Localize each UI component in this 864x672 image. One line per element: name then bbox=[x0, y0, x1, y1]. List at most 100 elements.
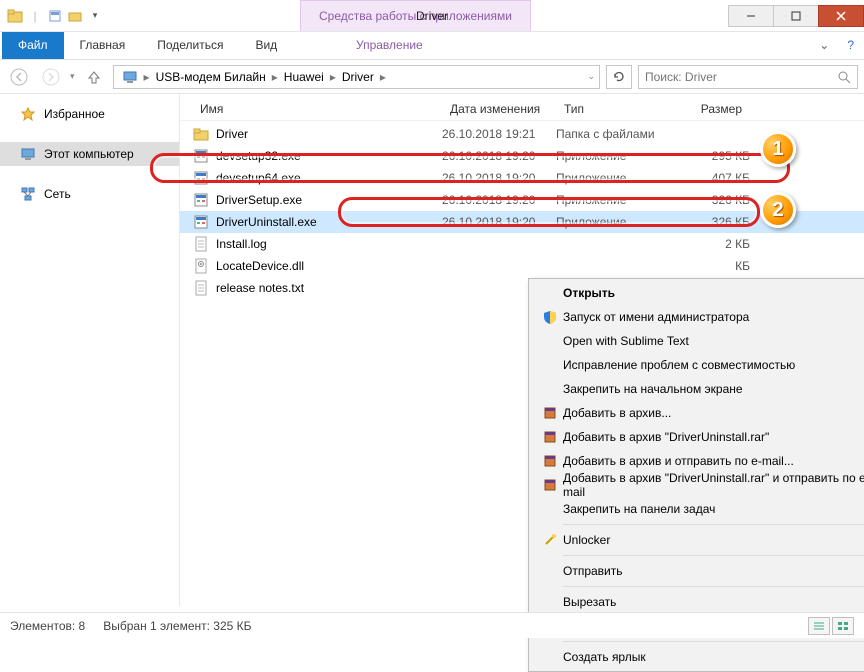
column-headers[interactable]: Имя Дата изменения Тип Размер bbox=[180, 94, 864, 121]
menu-run-as-admin[interactable]: Запуск от имени администратора bbox=[531, 305, 864, 329]
qat-divider: | bbox=[26, 7, 44, 25]
pc-icon[interactable] bbox=[118, 70, 142, 84]
file-size: 326 КБ bbox=[670, 215, 750, 229]
content-area: Имя Дата изменения Тип Размер Driver26.1… bbox=[180, 94, 864, 606]
qat-dropdown-icon[interactable]: ▾ bbox=[86, 7, 104, 25]
contextual-tab-label: Средства работы с приложениями bbox=[300, 0, 531, 31]
file-row[interactable]: LocateDevice.dll КБ bbox=[180, 255, 864, 277]
file-type: Приложение bbox=[556, 215, 670, 229]
minimize-button[interactable] bbox=[728, 5, 774, 27]
file-type: Приложение bbox=[556, 193, 670, 207]
forward-button[interactable] bbox=[38, 64, 64, 90]
file-name: LocateDevice.dll bbox=[216, 259, 442, 273]
column-size[interactable]: Размер bbox=[670, 100, 750, 118]
tab-view[interactable]: Вид bbox=[239, 32, 293, 59]
dll-icon bbox=[192, 258, 210, 274]
file-row[interactable]: Install.log2 КБ bbox=[180, 233, 864, 255]
menu-open-sublime[interactable]: Open with Sublime Text bbox=[531, 329, 864, 353]
txt-icon bbox=[192, 236, 210, 252]
chevron-right-icon[interactable]: ▸ bbox=[272, 70, 278, 84]
file-size: 326 КБ bbox=[670, 193, 750, 207]
sidebar-item-this-pc[interactable]: Этот компьютер bbox=[0, 142, 179, 166]
file-size: КБ bbox=[670, 259, 750, 273]
up-button[interactable] bbox=[81, 64, 107, 90]
breadcrumb[interactable]: ▸ USB-модем Билайн ▸ Huawei ▸ Driver ▸ ⌄ bbox=[113, 65, 600, 89]
sidebar-item-label: Этот компьютер bbox=[44, 147, 134, 161]
folder-icon bbox=[192, 127, 210, 141]
status-count: Элементов: 8 bbox=[10, 619, 85, 633]
file-row[interactable]: devsetup64.exe26.10.2018 19:20Приложение… bbox=[180, 167, 864, 189]
tab-manage[interactable]: Управление bbox=[340, 32, 439, 58]
breadcrumb-item[interactable]: Driver bbox=[338, 70, 378, 84]
ribbon-expand-icon[interactable]: ⌄ bbox=[819, 38, 829, 53]
menu-rar-add[interactable]: Добавить в архив... bbox=[531, 401, 864, 425]
file-name: DriverUninstall.exe bbox=[216, 215, 442, 229]
sidebar-item-favorites[interactable]: Избранное bbox=[0, 102, 179, 126]
refresh-button[interactable] bbox=[606, 65, 632, 89]
new-folder-icon[interactable] bbox=[66, 7, 84, 25]
search-input[interactable] bbox=[638, 65, 858, 89]
column-name[interactable]: Имя bbox=[192, 100, 442, 118]
sidebar: Избранное Этот компьютер Сеть bbox=[0, 94, 180, 606]
file-name: Driver bbox=[216, 127, 442, 141]
maximize-button[interactable] bbox=[773, 5, 819, 27]
sidebar-item-label: Избранное bbox=[44, 107, 105, 121]
rar-icon bbox=[537, 430, 563, 444]
sidebar-item-label: Сеть bbox=[44, 187, 71, 201]
menu-create-shortcut[interactable]: Создать ярлык bbox=[531, 645, 864, 669]
chevron-right-icon[interactable]: ▸ bbox=[380, 70, 386, 84]
search-field[interactable] bbox=[645, 70, 831, 84]
chevron-right-icon[interactable]: ▸ bbox=[144, 70, 150, 84]
rar-icon bbox=[537, 454, 563, 468]
wand-icon bbox=[537, 533, 563, 547]
exe-icon bbox=[192, 148, 210, 164]
file-size: 2 КБ bbox=[670, 237, 750, 251]
pc-icon bbox=[20, 146, 36, 162]
menu-cut[interactable]: Вырезать bbox=[531, 590, 864, 614]
menu-pin-taskbar[interactable]: Закрепить на панели задач bbox=[531, 497, 864, 521]
help-icon[interactable]: ? bbox=[847, 38, 854, 53]
menu-separator bbox=[563, 524, 864, 525]
menu-pin-start[interactable]: Закрепить на начальном экране bbox=[531, 377, 864, 401]
annotation-badge: 2 bbox=[760, 192, 796, 228]
close-button[interactable] bbox=[818, 5, 864, 27]
menu-separator bbox=[563, 555, 864, 556]
sidebar-item-network[interactable]: Сеть bbox=[0, 182, 179, 206]
breadcrumb-item[interactable]: USB-модем Билайн bbox=[152, 70, 270, 84]
titlebar: | ▾ Средства работы с приложениями Drive… bbox=[0, 0, 864, 32]
menu-open[interactable]: Открыть bbox=[531, 281, 864, 305]
breadcrumb-item[interactable]: Huawei bbox=[280, 70, 328, 84]
view-details-button[interactable] bbox=[808, 617, 830, 635]
properties-icon[interactable] bbox=[46, 7, 64, 25]
menu-rar-email[interactable]: Добавить в архив и отправить по e-mail..… bbox=[531, 449, 864, 473]
view-icons-button[interactable] bbox=[832, 617, 854, 635]
tab-home[interactable]: Главная bbox=[64, 32, 142, 59]
menu-send-to[interactable]: Отправить▶ bbox=[531, 559, 864, 583]
file-date: 26.10.2018 19:20 bbox=[442, 149, 556, 163]
file-name: DriverSetup.exe bbox=[216, 193, 442, 207]
column-type[interactable]: Тип bbox=[556, 100, 670, 118]
exe-icon bbox=[192, 192, 210, 208]
recent-dropdown-icon[interactable]: ▾ bbox=[70, 71, 75, 82]
file-date: 26.10.2018 19:21 bbox=[442, 127, 556, 141]
chevron-right-icon[interactable]: ▸ bbox=[330, 70, 336, 84]
tab-file[interactable]: Файл bbox=[2, 32, 64, 59]
shield-icon bbox=[537, 309, 563, 325]
file-name: devsetup32.exe bbox=[216, 149, 442, 163]
menu-compat-troubleshoot[interactable]: Исправление проблем с совместимостью bbox=[531, 353, 864, 377]
file-size: 295 КБ bbox=[670, 149, 750, 163]
file-date: 26.10.2018 19:20 bbox=[442, 171, 556, 185]
file-size: 407 КБ bbox=[670, 171, 750, 185]
star-icon bbox=[20, 106, 36, 122]
folder-icon bbox=[6, 7, 24, 25]
column-date[interactable]: Дата изменения bbox=[442, 100, 556, 118]
menu-unlocker[interactable]: Unlocker▶ bbox=[531, 528, 864, 552]
back-button[interactable] bbox=[6, 64, 32, 90]
txt-icon bbox=[192, 280, 210, 296]
menu-rar-add-named[interactable]: Добавить в архив "DriverUninstall.rar" bbox=[531, 425, 864, 449]
annotation-badge: 1 bbox=[760, 131, 796, 167]
breadcrumb-dropdown-icon[interactable]: ⌄ bbox=[587, 71, 595, 82]
search-icon[interactable] bbox=[837, 70, 851, 84]
menu-rar-email-named[interactable]: Добавить в архив "DriverUninstall.rar" и… bbox=[531, 473, 864, 497]
tab-share[interactable]: Поделиться bbox=[141, 32, 239, 59]
